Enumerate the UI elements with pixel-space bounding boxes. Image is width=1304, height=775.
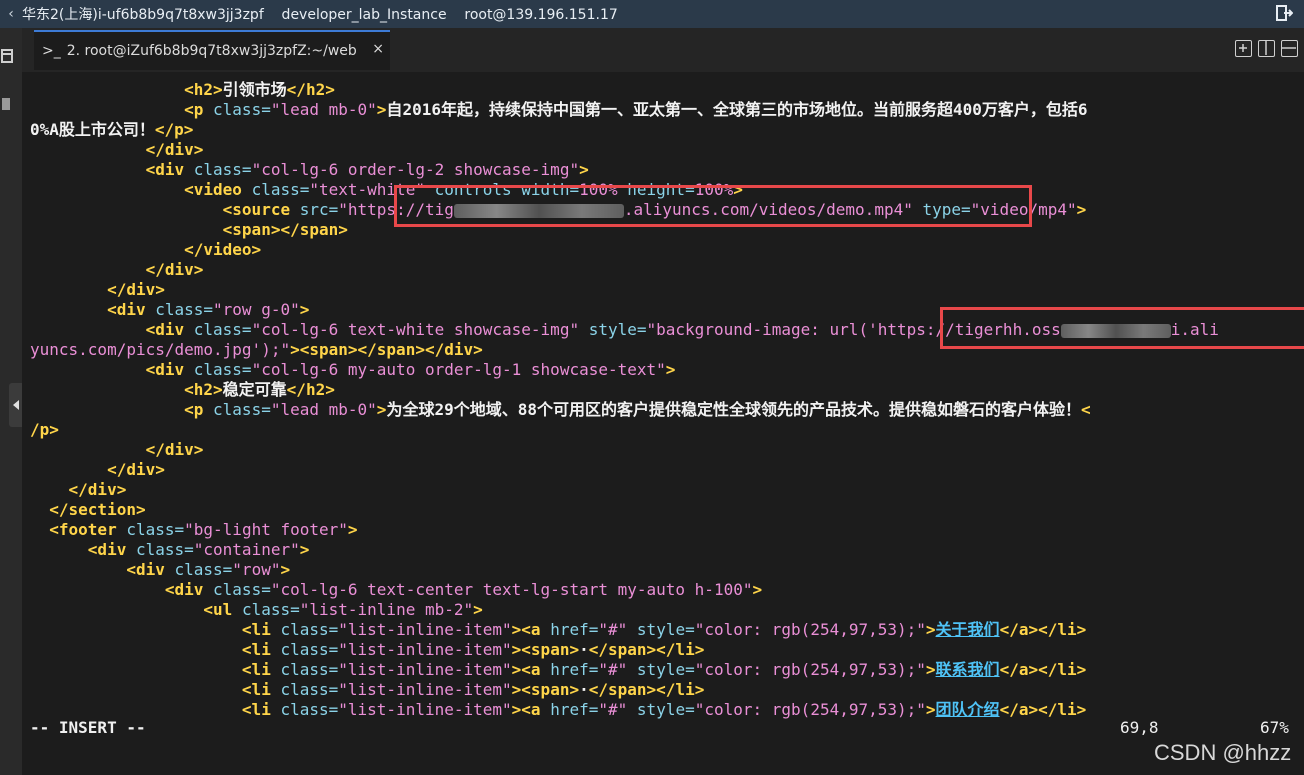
code-line: </div> xyxy=(68,480,127,499)
code-line: <ul class="list-inline mb-2"> xyxy=(203,600,483,619)
code-line: <div class="row g-0"> xyxy=(107,300,310,319)
exit-icon[interactable] xyxy=(1274,3,1294,23)
session-list-icon[interactable] xyxy=(1,48,13,63)
code-line: </div> xyxy=(145,440,204,459)
tab-label: 2. root@iZuf6b8b9q7t8xw3jj3zpfZ:~/web xyxy=(66,43,357,59)
left-rail xyxy=(0,28,22,775)
code-line: <p class="lead mb-0">自2016年起，持续保持中国第一、亚太… xyxy=(184,100,1088,119)
cursor-position: 69,8 xyxy=(1120,718,1159,737)
code-line: <div class="container"> xyxy=(87,540,310,559)
window-title: 华东2(上海)i-uf6b8b9q7t8xw3jj3zpf developer_… xyxy=(22,7,618,23)
code-line: <h2>引领市场</h2> xyxy=(184,80,335,99)
code-line: <li class="list-inline-item"><a href="#"… xyxy=(241,700,1087,719)
code-line: <source src="https://tig .aliyuncs.com/vi… xyxy=(222,200,1087,219)
code-line: yuncs.com/pics/demo.jpg');"><span></span… xyxy=(30,340,483,359)
tab-terminal-session[interactable]: >_ 2. root@iZuf6b8b9q7t8xw3jj3zpfZ:~/web… xyxy=(34,30,390,70)
code-line: <div class="col-lg-6 order-lg-2 showcase… xyxy=(145,160,589,179)
code-line: <div class="col-lg-6 text-white showcase… xyxy=(145,320,1219,339)
watermark: CSDN @hhzz xyxy=(1154,740,1292,765)
code-line: </section> xyxy=(49,500,146,519)
tab-tools xyxy=(1235,40,1298,57)
new-tab-icon[interactable] xyxy=(1235,40,1252,57)
terminal-prompt-icon: >_ xyxy=(42,43,61,59)
close-icon[interactable]: × xyxy=(372,41,384,57)
code-line: <li class="list-inline-item"><a href="#"… xyxy=(241,660,1087,679)
tab-bar: >_ 2. root@iZuf6b8b9q7t8xw3jj3zpfZ:~/web… xyxy=(22,28,1304,72)
code-line: </div> xyxy=(145,260,204,279)
window-titlebar: ‹ 华东2(上海)i-uf6b8b9q7t8xw3jj3zpf develope… xyxy=(0,0,1304,28)
code-line: <span></span> xyxy=(222,220,348,239)
code-line: <p class="lead mb-0">为全球29个地域、88个可用区的客户提… xyxy=(184,400,1091,419)
code-line: <div class="col-lg-6 text-center text-lg… xyxy=(164,580,763,599)
code-line: <li class="list-inline-item"><span>⋅</sp… xyxy=(241,640,705,659)
code-line: 0%A股上市公司！</p> xyxy=(30,120,194,139)
code-line: <li class="list-inline-item"><a href="#"… xyxy=(241,620,1087,639)
code-line: <video class="text-white" controls width… xyxy=(184,180,743,199)
code-line: /p> xyxy=(30,420,59,439)
code-line: <footer class="bg-light footer"> xyxy=(49,520,358,539)
code-line: </div> xyxy=(107,460,165,479)
code-line: <div class="row"> xyxy=(126,560,291,579)
panel-icon[interactable] xyxy=(1,96,13,110)
code-line: </div> xyxy=(107,280,165,299)
scroll-percent: 67% xyxy=(1260,718,1289,737)
terminal-editor[interactable]: <h2>引领市场</h2> <p class="lead mb-0">自2016… xyxy=(22,72,1304,752)
split-horizontal-icon[interactable] xyxy=(1281,40,1298,57)
split-vertical-icon[interactable] xyxy=(1258,40,1275,57)
code-line: <div class="col-lg-6 my-auto order-lg-1 … xyxy=(145,360,676,379)
code-line: </div> xyxy=(145,140,204,159)
vim-mode-indicator: -- INSERT -- xyxy=(30,718,146,737)
collapse-panel-icon[interactable] xyxy=(9,383,22,427)
code-line: <h2>稳定可靠</h2> xyxy=(184,380,335,399)
back-chevron-icon[interactable]: ‹ xyxy=(0,6,22,22)
code-line: </video> xyxy=(184,240,262,259)
code-line: <li class="list-inline-item"><span>⋅</sp… xyxy=(241,680,705,699)
